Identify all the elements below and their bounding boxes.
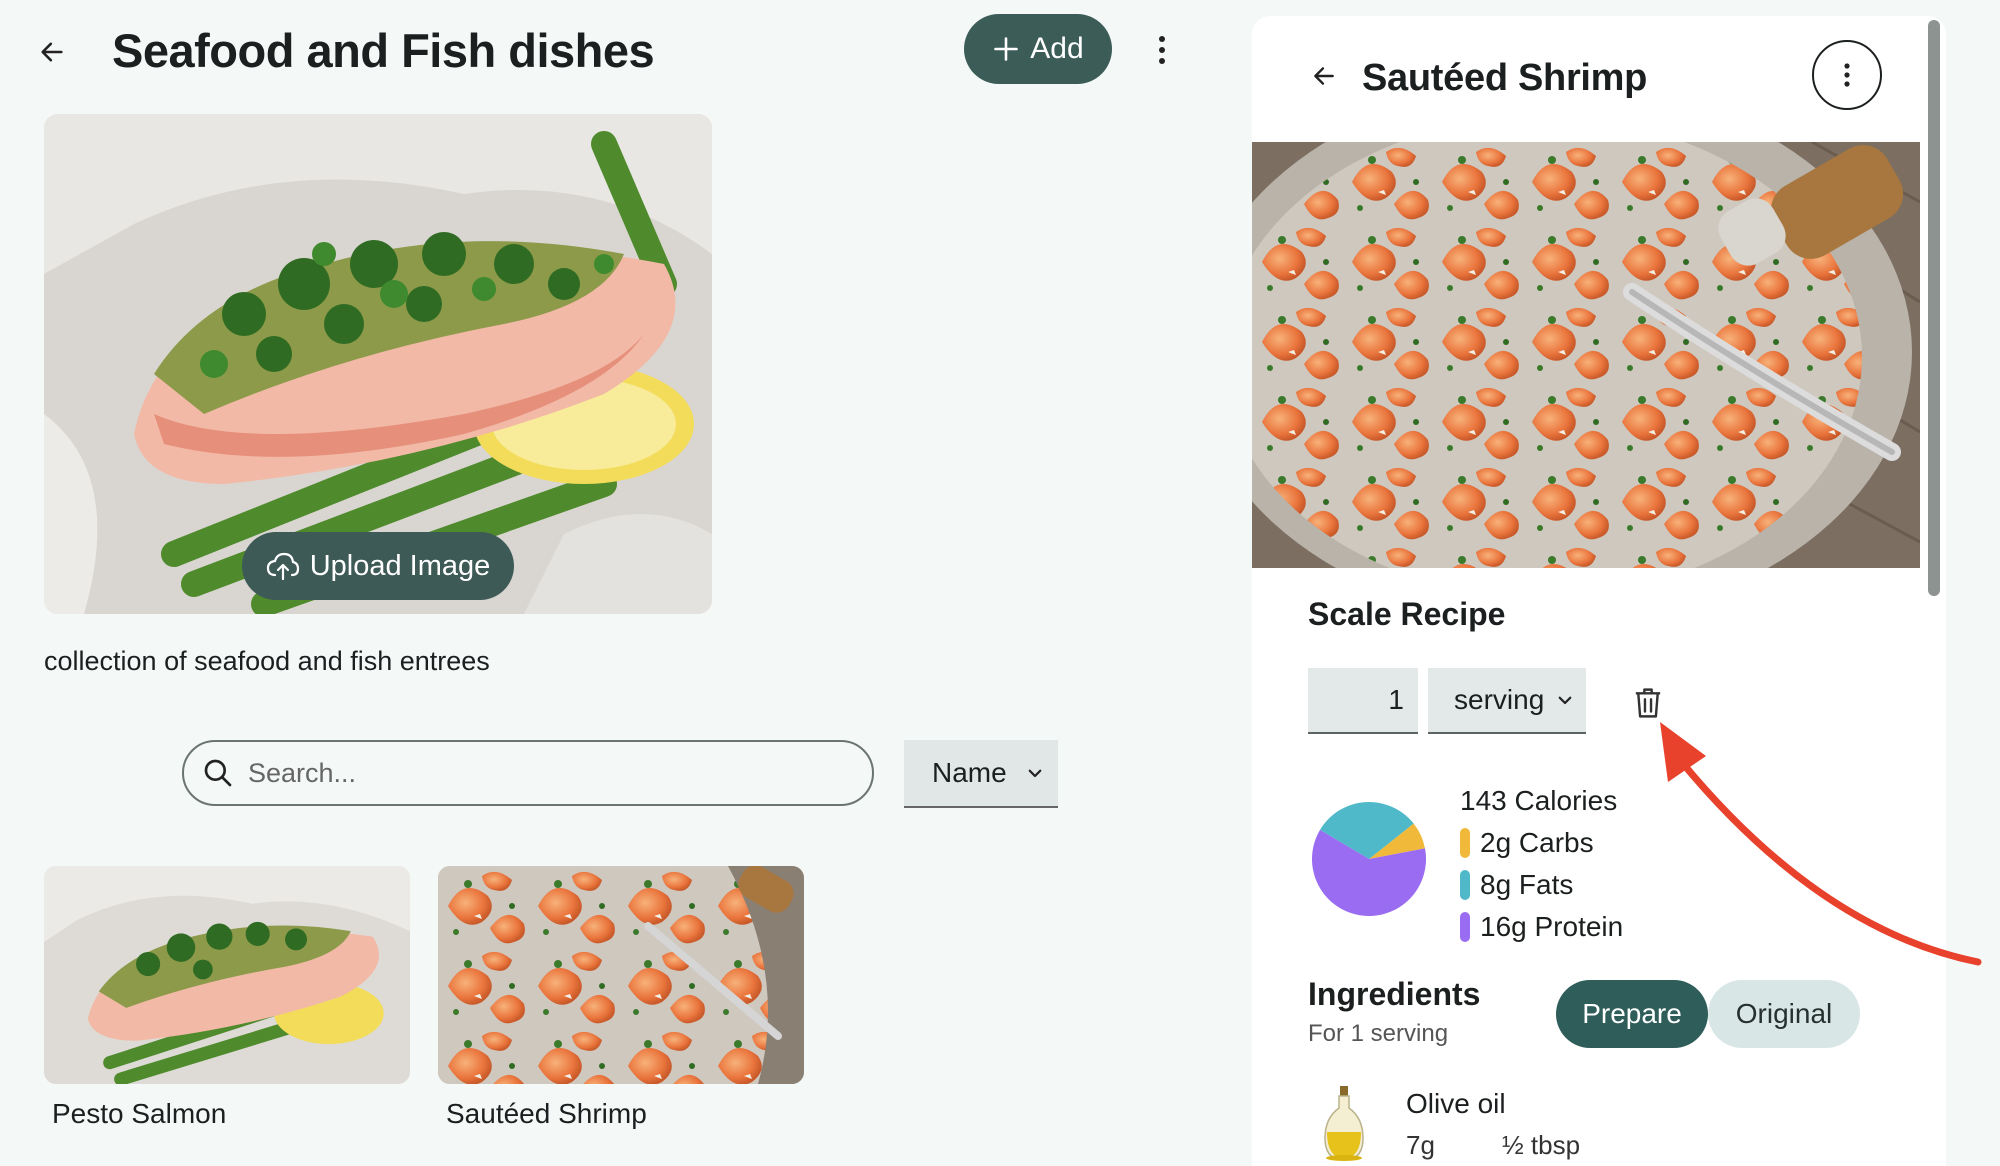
ingredient-name: Olive oil: [1406, 1088, 1506, 1119]
macro-carbs: 2g Carbs: [1460, 822, 1623, 864]
trash-icon: [1635, 688, 1661, 718]
ingredient-weight: 7g: [1406, 1130, 1435, 1160]
carbs-label: 2g Carbs: [1480, 827, 1594, 858]
macros-pie-chart: [1312, 802, 1426, 916]
arrow-left-icon: [1314, 67, 1334, 85]
search-icon: [204, 759, 232, 787]
add-button[interactable]: Add: [964, 14, 1112, 84]
carbs-color-marker: [1460, 828, 1470, 858]
ingredient-amount: ½ tbsp: [1502, 1130, 1581, 1160]
upload-image-button[interactable]: Upload Image: [242, 532, 514, 600]
page-title: Seafood and Fish dishes: [112, 24, 655, 77]
pesto-salmon-thumbnail: [44, 866, 410, 1084]
detail-title: Sautéed Shrimp: [1362, 57, 1648, 99]
sauteed-shrimp-image: [1252, 142, 1920, 568]
more-vertical-icon: [1844, 63, 1850, 87]
more-vertical-icon: [1159, 36, 1165, 64]
scale-recipe-heading: Scale Recipe: [1308, 596, 1506, 632]
macro-fats: 8g Fats: [1460, 864, 1623, 906]
recipe-card[interactable]: Sautéed Shrimp: [438, 866, 804, 1130]
calories-text: 143 Calories: [1460, 785, 1618, 816]
chevron-down-icon: [1558, 696, 1572, 705]
nutrition-summary: 143 Calories 2g Carbs 8g Fats 16g Protei…: [1460, 780, 1623, 948]
search-bar[interactable]: [182, 740, 874, 806]
unit-select[interactable]: serving: [1428, 668, 1586, 734]
original-toggle-button[interactable]: Original: [1708, 980, 1860, 1048]
ingredients-view-toggle: Prepare Original: [1556, 980, 1860, 1048]
plus-icon: [994, 37, 1019, 61]
macro-protein: 16g Protein: [1460, 906, 1623, 948]
ingredients-serving-note: For 1 serving: [1308, 1020, 1449, 1047]
recipe-name: Pesto Salmon: [52, 1098, 227, 1129]
recipe-thumbnail: [44, 866, 410, 1084]
delete-scale-button[interactable]: [1628, 680, 1668, 726]
search-input[interactable]: [246, 756, 854, 790]
recipe-card[interactable]: Pesto Salmon: [44, 866, 410, 1130]
protein-label: 16g Protein: [1480, 911, 1624, 942]
sort-select-value: Name: [932, 757, 1007, 788]
more-options-button[interactable]: [1142, 26, 1182, 74]
olive-oil-icon: [1324, 1086, 1364, 1161]
detail-back-button[interactable]: [1304, 52, 1344, 100]
sort-select[interactable]: Name: [904, 740, 1058, 808]
protein-color-marker: [1460, 912, 1470, 942]
collection-description: collection of seafood and fish entrees: [44, 646, 490, 676]
recipe-thumbnail: [438, 866, 804, 1084]
prepare-toggle-button[interactable]: Prepare: [1556, 980, 1708, 1048]
cloud-upload-icon: [266, 552, 299, 581]
chevron-down-icon: [1028, 769, 1042, 778]
quantity-input[interactable]: [1308, 668, 1418, 734]
back-button[interactable]: [28, 28, 76, 76]
add-button-label: Add: [1030, 32, 1084, 65]
arrow-left-icon: [41, 42, 63, 62]
detail-more-options-button[interactable]: [1812, 40, 1882, 110]
fats-label: 8g Fats: [1480, 869, 1574, 900]
fats-color-marker: [1460, 870, 1470, 900]
sauteed-shrimp-thumbnail: [438, 866, 804, 1084]
ingredients-heading: Ingredients: [1308, 976, 1481, 1012]
unit-select-value: serving: [1454, 684, 1545, 715]
detail-recipe-image: [1252, 142, 1920, 568]
recipe-name: Sautéed Shrimp: [446, 1098, 647, 1129]
panel-scrollbar[interactable]: [1928, 20, 1940, 596]
upload-image-label: Upload Image: [309, 549, 491, 582]
